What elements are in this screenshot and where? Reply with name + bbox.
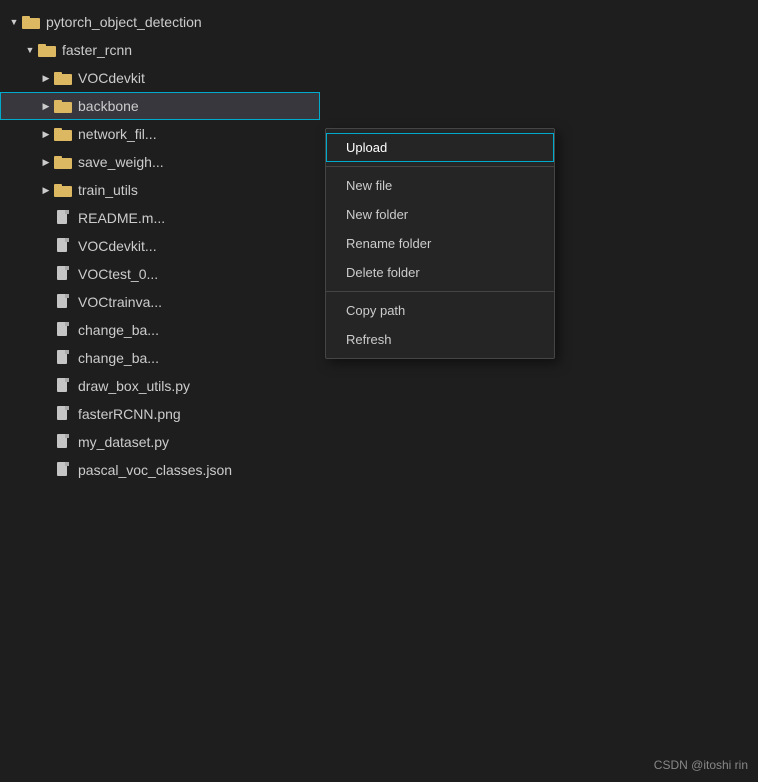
arrow-icon [38, 101, 54, 112]
tree-item-pascal-voc[interactable]: pascal_voc_classes.json [0, 456, 320, 484]
tree-item-label: change_ba... [78, 322, 159, 338]
folder-icon [38, 42, 56, 58]
file-icon [54, 210, 72, 226]
arrow-icon [6, 17, 22, 27]
file-icon [54, 238, 72, 254]
arrow-icon [38, 157, 54, 168]
folder-icon [54, 154, 72, 170]
file-icon [54, 378, 72, 394]
folder-icon [54, 126, 72, 142]
tree-item-voctest[interactable]: VOCtest_0... [0, 260, 320, 288]
file-icon [54, 350, 72, 366]
tree-item-pytorch[interactable]: pytorch_object_detection [0, 8, 320, 36]
file-icon [54, 462, 72, 478]
tree-item-label: my_dataset.py [78, 434, 169, 450]
tree-item-my-dataset[interactable]: my_dataset.py [0, 428, 320, 456]
tree-item-fasterrcnn[interactable]: fasterRCNN.png [0, 400, 320, 428]
tree-item-draw-box[interactable]: draw_box_utils.py [0, 372, 320, 400]
context-menu: Upload New file New folder Rename folder… [325, 128, 555, 359]
tree-item-label: VOCdevkit... [78, 238, 157, 254]
file-icon [54, 434, 72, 450]
tree-item-change-ba1[interactable]: change_ba... [0, 316, 320, 344]
tree-item-voctrainval[interactable]: VOCtrainva... [0, 288, 320, 316]
context-menu-item-refresh[interactable]: Refresh [326, 325, 554, 354]
context-menu-item-delete-folder[interactable]: Delete folder [326, 258, 554, 287]
tree-item-label: pascal_voc_classes.json [78, 462, 232, 478]
file-icon [54, 266, 72, 282]
file-icon [54, 322, 72, 338]
tree-item-label: backbone [78, 98, 139, 114]
tree-item-label: fasterRCNN.png [78, 406, 181, 422]
folder-icon [22, 14, 40, 30]
watermark: CSDN @itoshi rin [654, 758, 748, 772]
tree-item-network-fil[interactable]: network_fil... [0, 120, 320, 148]
tree-item-label: draw_box_utils.py [78, 378, 190, 394]
file-icon [54, 406, 72, 422]
context-menu-divider-2 [326, 291, 554, 292]
tree-item-vocdevkit-file[interactable]: VOCdevkit... [0, 232, 320, 260]
tree-item-label: save_weigh... [78, 154, 164, 170]
arrow-icon [22, 45, 38, 55]
arrow-icon [38, 185, 54, 196]
folder-icon [54, 182, 72, 198]
folder-icon [54, 98, 72, 114]
context-menu-item-rename-folder[interactable]: Rename folder [326, 229, 554, 258]
context-menu-item-new-folder[interactable]: New folder [326, 200, 554, 229]
tree-item-label: train_utils [78, 182, 138, 198]
tree-item-save-weigh[interactable]: save_weigh... [0, 148, 320, 176]
tree-item-change-ba2[interactable]: change_ba... [0, 344, 320, 372]
context-menu-item-new-file[interactable]: New file [326, 171, 554, 200]
tree-item-train-utils[interactable]: train_utils [0, 176, 320, 204]
tree-item-readme[interactable]: README.m... [0, 204, 320, 232]
tree-item-backbone[interactable]: backbone [0, 92, 320, 120]
arrow-icon [38, 129, 54, 140]
tree-item-label: change_ba... [78, 350, 159, 366]
arrow-icon [38, 73, 54, 84]
tree-item-label: faster_rcnn [62, 42, 132, 58]
tree-item-label: README.m... [78, 210, 165, 226]
context-menu-item-upload[interactable]: Upload [326, 133, 554, 162]
context-menu-item-copy-path[interactable]: Copy path [326, 296, 554, 325]
file-tree: pytorch_object_detection faster_rcnn VOC… [0, 0, 320, 492]
tree-item-label: VOCtest_0... [78, 266, 158, 282]
tree-item-label: VOCdevkit [78, 70, 145, 86]
tree-item-faster-rcnn[interactable]: faster_rcnn [0, 36, 320, 64]
tree-item-label: VOCtrainva... [78, 294, 162, 310]
context-menu-divider [326, 166, 554, 167]
file-icon [54, 294, 72, 310]
folder-icon [54, 70, 72, 86]
tree-item-label: network_fil... [78, 126, 157, 142]
tree-item-vocdevkit[interactable]: VOCdevkit [0, 64, 320, 92]
tree-item-label: pytorch_object_detection [46, 14, 202, 30]
